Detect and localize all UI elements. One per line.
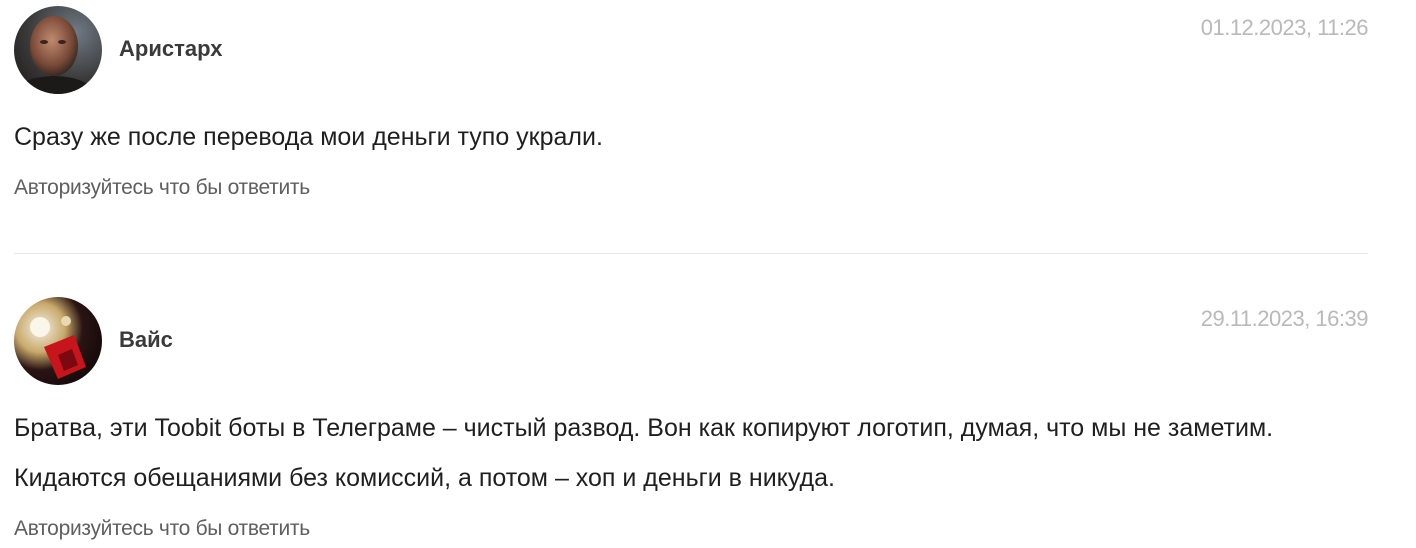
reply-login-link[interactable]: Авторизуйтесь что бы ответить [14, 176, 310, 200]
avatar[interactable] [14, 297, 102, 385]
user-photo-icon [14, 6, 102, 94]
comment-date: 01.12.2023, 11:26 [1200, 15, 1369, 40]
user-photo-icon [14, 297, 102, 385]
comment: Вайс 29.11.2023, 16:39 Братва, эти Toobi… [14, 297, 1369, 541]
comment-header: Аристарх 01.12.2023, 11:26 [14, 6, 1369, 94]
comment-header: Вайс 29.11.2023, 16:39 [14, 297, 1369, 385]
avatar[interactable] [14, 6, 102, 94]
comment-date: 29.11.2023, 16:39 [1200, 306, 1369, 331]
reply-login-link[interactable]: Авторизуйтесь что бы ответить [14, 517, 310, 541]
comment: Аристарх 01.12.2023, 11:26 Сразу же посл… [14, 6, 1369, 200]
comment-text: Сразу же после перевода мои деньги тупо … [14, 123, 603, 151]
comments-list: Аристарх 01.12.2023, 11:26 Сразу же посл… [0, 0, 1416, 548]
comment-divider [14, 253, 1368, 254]
author-name: Аристарх [119, 36, 223, 61]
author-name: Вайс [119, 327, 173, 352]
comment-text: Братва, эти Toobit боты в Телеграме – чи… [14, 414, 1274, 492]
